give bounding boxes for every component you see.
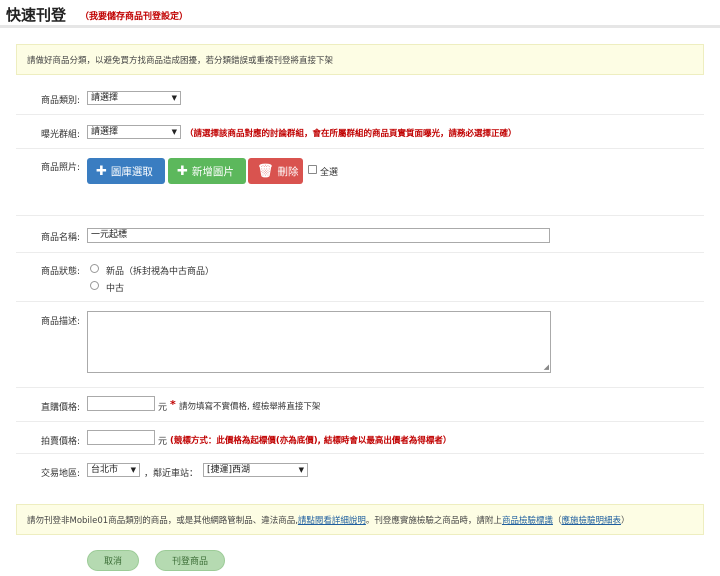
group-hint: （請選擇該商品對應的討論群組，會在所屬群組的商品頁實質面曝光，請務必選擇正確） (185, 129, 517, 139)
city-select[interactable]: 台北市 ▼ (87, 463, 140, 477)
plus-icon: ✚ (96, 163, 107, 179)
bottom-notice: 請勿刊登非Mobile01商品類別的商品，或是其他網路管制品、違法商品, 請點閱… (16, 504, 704, 535)
condition-used-label: 中古 (106, 284, 125, 294)
divider (16, 148, 704, 149)
dropdown-arrow-icon: ▼ (171, 94, 177, 102)
station-label: ，鄰近車站： (144, 469, 199, 479)
station-select-value: [捷運]西湖 (207, 465, 251, 475)
dropdown-arrow-icon: ▼ (298, 466, 304, 474)
auction-price-unit: 元 (158, 437, 168, 447)
divider (16, 453, 704, 454)
library-select-label: 圖庫選取 (110, 165, 153, 178)
divider (16, 215, 704, 216)
group-select-value: 請選擇 (91, 127, 119, 137)
photos-label: 商品照片: (40, 163, 80, 173)
product-name-value: 一元起標 (91, 230, 128, 240)
required-asterisk: * (170, 398, 176, 411)
category-select-value: 請選擇 (91, 93, 119, 103)
divider (16, 421, 704, 422)
page-header: 快速刊登 （我要儲存商品刊登設定） (0, 0, 720, 28)
divider (16, 387, 704, 388)
group-select[interactable]: 請選擇 ▼ (87, 125, 181, 139)
category-label: 商品類別: (40, 96, 80, 106)
detail-link[interactable]: 請點閱看詳細說明 (298, 514, 366, 526)
top-notice-text: 請做好商品分類，以避免買方找商品造成困擾，若分類錯誤或重複刊登將直接下架 (27, 55, 334, 66)
condition-used-radio[interactable] (90, 281, 99, 290)
delete-label: 刪除 (277, 165, 299, 178)
buy-price-unit: 元 (158, 403, 168, 413)
cancel-label: 取消 (103, 557, 122, 567)
trash-icon: 🗑 (257, 163, 274, 179)
library-select-button[interactable]: ✚ 圖庫選取 (87, 158, 165, 184)
auction-price-input[interactable] (87, 430, 155, 445)
auction-price-hint: (競標方式：此價格為起標價(亦為底價), 結標時會以最高出價者為得標者） (170, 436, 452, 446)
page-title: 快速刊登 (6, 6, 67, 24)
category-select[interactable]: 請選擇 ▼ (87, 91, 181, 105)
add-image-button[interactable]: ✚ 新增圖片 (168, 158, 246, 184)
condition-new-radio[interactable] (90, 264, 99, 273)
dropdown-arrow-icon: ▼ (171, 128, 177, 136)
buy-price-hint: 請勿填寫不實價格, 經檢舉將直接下架 (179, 402, 321, 412)
bottom-notice-text-3: （ (552, 515, 562, 526)
location-label: 交易地區: (40, 469, 80, 479)
divider (16, 252, 704, 253)
bottom-notice-text-4: ） (620, 515, 630, 526)
delete-button[interactable]: 🗑 刪除 (248, 158, 303, 184)
inspection-list-link[interactable]: 應施檢驗明細表 (561, 514, 621, 526)
divider (16, 301, 704, 302)
description-label: 商品描述: (40, 317, 80, 327)
select-all-checkbox[interactable] (308, 165, 317, 174)
group-label: 曝光群組: (40, 130, 80, 140)
buy-price-label: 直購價格: (40, 403, 80, 413)
station-select[interactable]: [捷運]西湖 ▼ (203, 463, 308, 477)
add-image-label: 新增圖片 (191, 165, 234, 178)
condition-new-label: 新品（拆封視為中古商品） (106, 267, 215, 277)
top-notice: 請做好商品分類，以避免買方找商品造成困擾，若分類錯誤或重複刊登將直接下架 (16, 44, 704, 75)
save-settings-link[interactable]: （我要儲存商品刊登設定） (80, 9, 188, 22)
select-all-label: 全選 (320, 168, 339, 178)
submit-listing-button[interactable]: 刊登商品 (155, 550, 225, 571)
name-label: 商品名稱: (40, 233, 80, 243)
bottom-notice-text-2: 。刊登應實施檢驗之商品時，請附上 (365, 515, 502, 526)
buy-price-input[interactable] (87, 396, 155, 411)
cancel-button[interactable]: 取消 (87, 550, 139, 571)
inspection-mark-link[interactable]: 商品檢驗標識 (502, 514, 553, 526)
product-name-input[interactable]: 一元起標 (87, 228, 550, 243)
auction-price-label: 拍賣價格: (40, 437, 80, 447)
city-select-value: 台北市 (91, 465, 119, 475)
bottom-notice-text-1: 請勿刊登非Mobile01商品類別的商品，或是其他網路管制品、違法商品, (27, 515, 298, 526)
resize-handle-icon[interactable]: ◢ (544, 363, 549, 371)
condition-label: 商品狀態: (40, 267, 80, 277)
submit-listing-label: 刊登商品 (171, 557, 208, 567)
plus-icon: ✚ (177, 163, 188, 179)
dropdown-arrow-icon: ▼ (130, 466, 136, 474)
divider (16, 114, 704, 115)
description-textarea[interactable]: ◢ (87, 311, 551, 373)
